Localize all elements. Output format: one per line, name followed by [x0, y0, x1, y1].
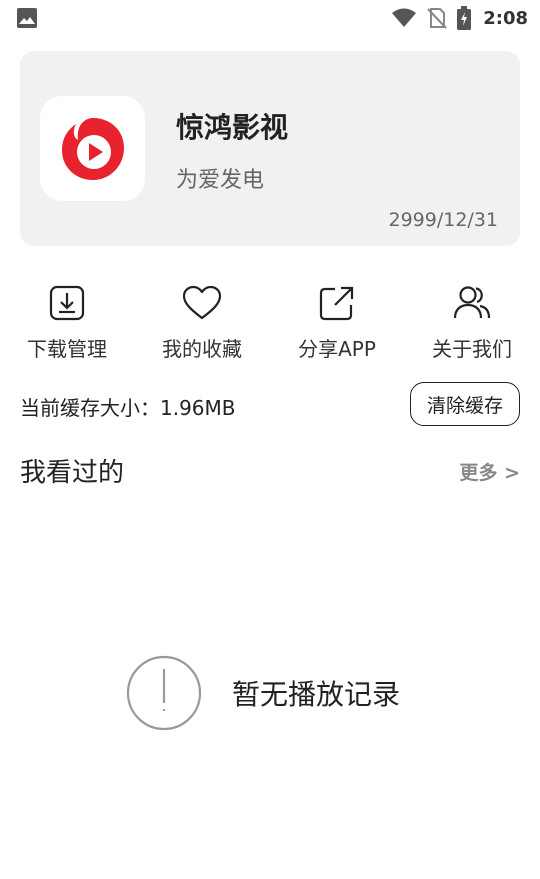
- app-date: 2999/12/31: [388, 209, 498, 231]
- favorites-button[interactable]: 我的收藏: [142, 283, 262, 363]
- share-app-label: 分享APP: [298, 337, 376, 361]
- empty-state-text: 暂无播放记录: [232, 678, 401, 711]
- cache-row: 当前缓存大小：1.96MB 清除缓存: [20, 382, 520, 426]
- wifi-icon: [392, 8, 417, 27]
- no-sim-icon: [427, 8, 447, 29]
- status-time: 2:08: [483, 7, 528, 29]
- cache-size-text: 当前缓存大小：1.96MB: [20, 396, 236, 420]
- heart-icon: [182, 285, 222, 320]
- share-app-button[interactable]: 分享APP: [277, 283, 397, 363]
- empty-state: 暂无播放记录: [126, 655, 400, 731]
- users-icon: [453, 286, 491, 319]
- about-us-button[interactable]: 关于我们: [412, 283, 532, 363]
- exclamation-circle-icon: [126, 655, 202, 731]
- share-icon: [319, 286, 354, 321]
- history-title: 我看过的: [20, 458, 125, 488]
- battery-charging-icon: [457, 6, 472, 30]
- play-logo-icon: [61, 117, 124, 180]
- app-slogan: 为爱发电: [176, 168, 265, 193]
- image-notification-icon: [17, 8, 37, 28]
- more-link[interactable]: 更多 >: [459, 458, 520, 485]
- app-name: 惊鸿影视: [176, 111, 289, 144]
- app-logo: [40, 96, 145, 201]
- favorites-label: 我的收藏: [162, 337, 242, 361]
- download-manager-label: 下载管理: [27, 337, 107, 361]
- action-row: 下载管理 我的收藏 分享APP 关于我们: [0, 283, 540, 363]
- about-us-label: 关于我们: [432, 337, 512, 361]
- history-header: 我看过的 更多 >: [20, 450, 520, 490]
- clear-cache-button[interactable]: 清除缓存: [410, 382, 520, 426]
- status-bar: 2:08: [0, 0, 540, 36]
- download-manager-button[interactable]: 下载管理: [7, 283, 127, 363]
- download-icon: [49, 285, 85, 321]
- app-info-card: 惊鸿影视 为爱发电 2999/12/31: [20, 51, 520, 246]
